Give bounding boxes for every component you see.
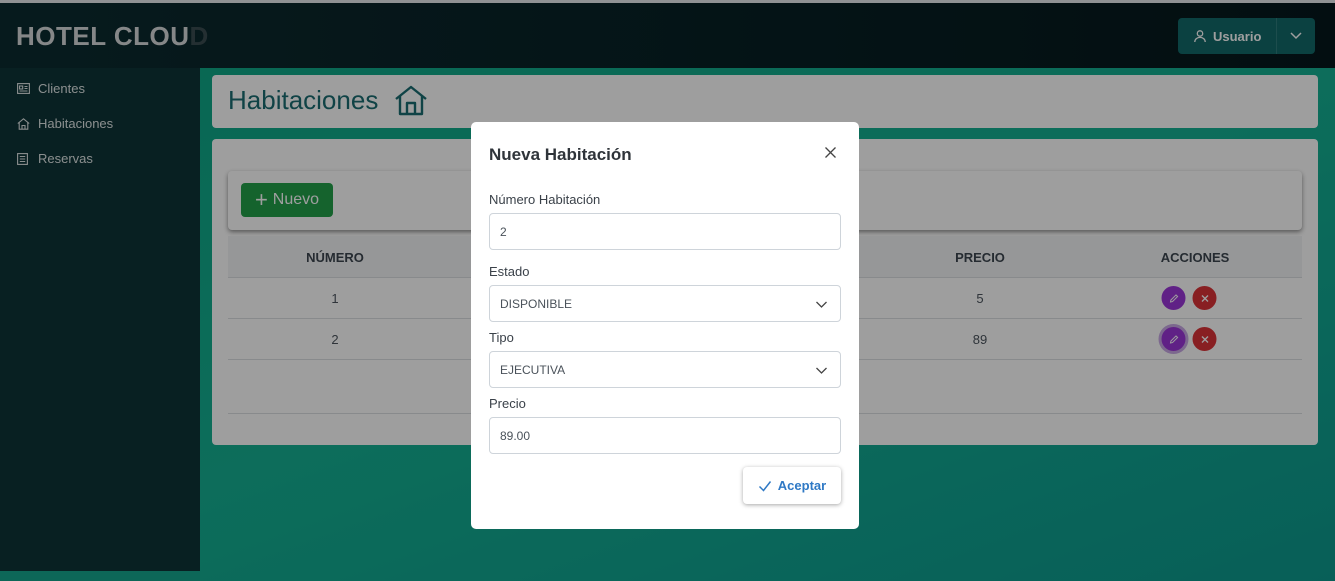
accept-label: Aceptar	[777, 478, 827, 493]
modal-title: Nueva Habitación	[489, 145, 632, 164]
check-icon	[758, 480, 772, 492]
precio-value: 89.00	[500, 428, 531, 443]
numero-value: 2	[500, 224, 507, 239]
tipo-select[interactable]: EJECUTIVA	[489, 351, 841, 388]
numero-input[interactable]: 2	[489, 213, 841, 250]
accept-button[interactable]: Aceptar	[743, 467, 841, 504]
close-icon[interactable]	[824, 146, 837, 159]
numero-label: Número Habitación	[489, 192, 601, 207]
estado-value: DISPONIBLE	[500, 296, 573, 311]
estado-label: Estado	[489, 264, 530, 279]
tipo-label: Tipo	[489, 330, 514, 345]
estado-select[interactable]: DISPONIBLE	[489, 285, 841, 322]
chevron-down-icon	[815, 298, 828, 311]
precio-input[interactable]: 89.00	[489, 417, 841, 454]
chevron-down-icon	[815, 364, 828, 377]
tipo-value: EJECUTIVA	[500, 362, 566, 377]
precio-label: Precio	[489, 396, 526, 411]
new-room-modal: Nueva Habitación Número Habitación 2 Est…	[471, 122, 859, 529]
